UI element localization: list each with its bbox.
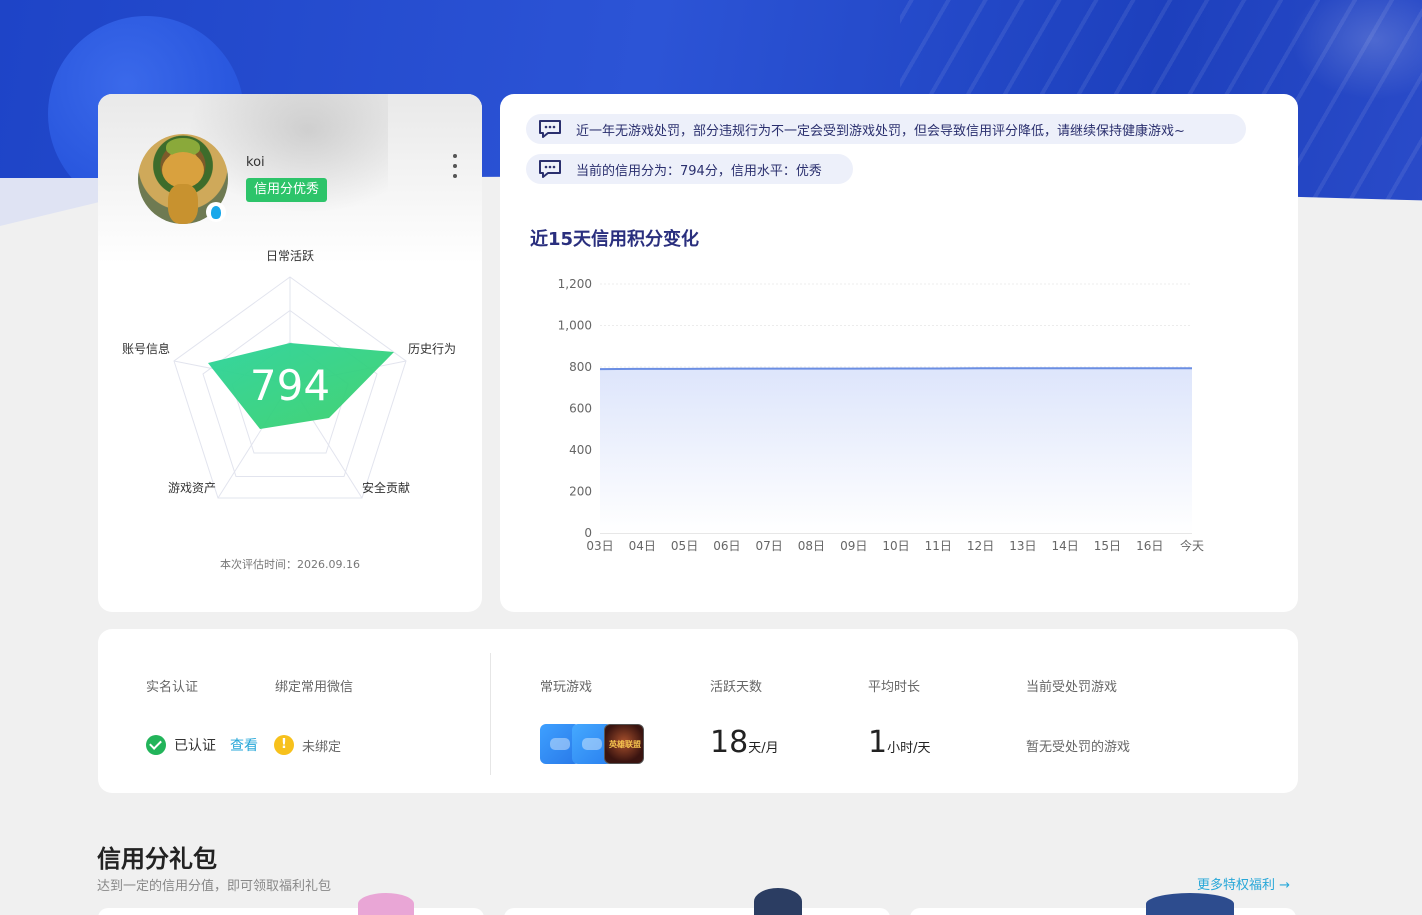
radar-label-security: 安全贡献 <box>362 480 410 495</box>
warning-icon: ! <box>274 735 294 755</box>
credit-trend-card: 近一年无游戏处罚，部分违规行为不一定会受到游戏处罚，但会导致信用评分降低，请继续… <box>500 94 1298 612</box>
x-tick-label: 04日 <box>629 539 656 553</box>
avg-time-value: 1小时/天 <box>868 725 931 760</box>
radar-label-account: 账号信息 <box>122 341 170 356</box>
radar-score: 794 <box>250 361 330 410</box>
avg-time-label: 平均时长 <box>868 680 921 695</box>
account-stats-card: 实名认证 绑定常用微信 已认证 查看 ! 未绑定 常玩游戏 英雄联盟 活跃天数 … <box>98 629 1298 793</box>
x-tick-label: 今天 <box>1180 538 1204 553</box>
section-title: 信用分礼包 <box>97 845 217 873</box>
wechat-label: 绑定常用微信 <box>275 680 354 695</box>
y-tick-label: 0 <box>584 526 592 540</box>
x-tick-label: 03日 <box>586 539 613 553</box>
y-tick-label: 800 <box>569 360 592 374</box>
more-benefits-link[interactable]: 更多特权福利 → <box>1197 874 1290 893</box>
y-tick-label: 200 <box>569 485 592 499</box>
notice-penalty-text: 近一年无游戏处罚，部分违规行为不一定会受到游戏处罚，但会导致信用评分降低，请继续… <box>576 123 1185 139</box>
gift-character-art <box>358 893 414 915</box>
y-tick-label: 400 <box>569 443 592 457</box>
notice-penalty: 近一年无游戏处罚，部分违规行为不一定会受到游戏处罚，但会导致信用评分降低，请继续… <box>526 114 1246 144</box>
x-tick-label: 06日 <box>713 539 740 553</box>
hero-character-art <box>1290 0 1422 100</box>
x-tick-label: 15日 <box>1094 539 1121 553</box>
more-options-icon[interactable] <box>448 154 462 178</box>
credit-level-badge: 信用分优秀 <box>246 178 328 202</box>
active-days-label: 活跃天数 <box>710 680 763 695</box>
penalty-label: 当前受处罚游戏 <box>1026 680 1118 695</box>
y-tick-label: 1,000 <box>558 319 592 333</box>
y-tick-label: 1,200 <box>558 277 592 291</box>
gift-card[interactable] <box>504 908 890 915</box>
gift-character-art <box>1146 893 1234 915</box>
wechat-status[interactable]: 未绑定 <box>302 736 341 755</box>
credit-trend-chart: 0 200 400 600 800 1,000 1,200 03日 04日 05日 06日 07日 0… <box>558 277 1204 553</box>
check-circle-icon <box>146 735 166 755</box>
verification-row: 已认证 查看 ! 未绑定 <box>146 735 341 755</box>
x-tick-label: 10日 <box>882 539 909 553</box>
x-tick-label: 09日 <box>840 539 867 553</box>
x-tick-label: 07日 <box>756 539 783 553</box>
x-tick-label: 12日 <box>967 539 994 553</box>
view-link[interactable]: 查看 <box>230 735 258 755</box>
divider <box>490 653 491 775</box>
lol-game-icon[interactable]: 英雄联盟 <box>604 724 644 764</box>
notice-score-text: 当前的信用分为：794分，信用水平：优秀 <box>576 163 822 179</box>
gift-character-art <box>754 888 802 915</box>
penalty-value: 暂无受处罚的游戏 <box>1026 740 1131 755</box>
radar-chart: 794 日常活跃 历史行为 安全贡献 游戏资产 账号信息 <box>122 249 456 499</box>
area-fill <box>600 368 1192 533</box>
x-tick-label: 11日 <box>925 539 952 553</box>
evaluation-time: 本次评估时间：2026.09.16 <box>220 558 360 571</box>
x-tick-label: 14日 <box>1052 539 1079 553</box>
radar-label-daily: 日常活跃 <box>266 249 314 263</box>
gift-card[interactable] <box>910 908 1296 915</box>
series-line <box>599 367 1192 371</box>
username: koi <box>246 155 265 170</box>
message-icon <box>539 120 561 138</box>
x-tick-label: 08日 <box>798 539 825 553</box>
x-tick-label: 05日 <box>671 539 698 553</box>
x-tick-label: 13日 <box>1009 539 1036 553</box>
realname-label: 实名认证 <box>146 680 199 695</box>
notice-score: 当前的信用分为：794分，信用水平：优秀 <box>526 154 853 184</box>
qq-icon <box>206 202 226 222</box>
profile-card: koi 信用分优秀 794 日常活跃 历史行为 安全贡献 游戏资产 账号信息 本… <box>98 94 482 612</box>
y-tick-label: 600 <box>569 402 592 416</box>
message-icon <box>539 160 561 178</box>
chart-title: 近15天信用积分变化 <box>530 229 700 250</box>
section-subtitle: 达到一定的信用分值，即可领取福利礼包 <box>97 879 332 894</box>
games-label: 常玩游戏 <box>540 680 593 695</box>
radar-label-history: 历史行为 <box>408 342 456 356</box>
frequent-games: 英雄联盟 <box>540 724 644 764</box>
radar-label-assets: 游戏资产 <box>168 481 216 495</box>
gift-card[interactable] <box>98 908 484 915</box>
verified-status: 已认证 <box>174 738 216 754</box>
active-days-value: 18天/月 <box>710 725 779 760</box>
x-tick-label: 16日 <box>1136 539 1163 553</box>
